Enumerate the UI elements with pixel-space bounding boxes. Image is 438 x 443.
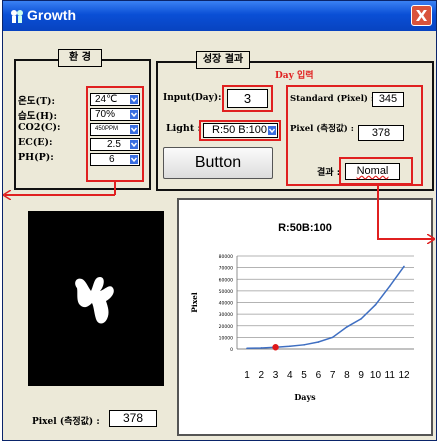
y-tick-label: 10000	[219, 335, 233, 341]
input-day-label: Input(Day):	[163, 93, 222, 103]
plant-silhouette-icon	[75, 277, 114, 324]
series-point	[388, 285, 391, 288]
y-tick-label: 60000	[219, 277, 233, 283]
series-point	[303, 344, 305, 346]
temperature-value: 24℃	[95, 94, 118, 105]
x-tick-label: 10	[370, 370, 382, 381]
co2-select[interactable]: 450PPM	[90, 123, 140, 136]
chevron-down-icon	[130, 95, 138, 104]
y-tick-label: 40000	[219, 301, 233, 307]
series-point	[331, 336, 334, 339]
chevron-down-icon	[130, 125, 138, 134]
x-tick-label: 12	[398, 370, 410, 381]
x-tick-label: 6	[316, 370, 322, 381]
y-axis-label: Pixel	[190, 292, 199, 313]
arrow-right-icon	[427, 234, 435, 244]
ec-label: EC(E):	[18, 137, 53, 148]
temperature-label: 온도(T):	[18, 96, 56, 107]
series-point	[289, 345, 291, 348]
run-button[interactable]: Button	[163, 147, 273, 179]
y-tick-label: 0	[230, 347, 233, 353]
right-arrow-drop	[377, 185, 379, 239]
ph-label: PH(P):	[18, 152, 54, 163]
light-value: R:50 B:100	[212, 124, 268, 136]
humidity-label: 습도(H):	[18, 111, 57, 122]
x-tick-label: 2	[258, 370, 264, 381]
pixel-field: 378	[358, 125, 404, 141]
growth-window: Growth X 환 경 온도(T): 습도(H): CO2(C): EC(E)…	[2, 0, 437, 441]
highlight-point	[272, 344, 279, 351]
standard-label: Standard (Pixel) :	[290, 94, 375, 104]
humidity-select[interactable]: 70%	[90, 108, 140, 121]
y-tick-label: 30000	[219, 312, 233, 318]
chevron-down-icon	[268, 126, 276, 135]
x-tick-label: 3	[273, 370, 279, 381]
arrow-left-icon	[3, 190, 11, 200]
title-bar[interactable]: Growth X	[3, 1, 436, 31]
x-tick-label: 4	[287, 370, 293, 381]
chevron-down-icon	[130, 110, 138, 119]
x-tick-label: 1	[244, 370, 250, 381]
chevron-down-icon	[130, 155, 138, 164]
chevron-down-icon	[130, 140, 138, 149]
co2-label: CO2(C):	[18, 122, 61, 133]
window-title: Growth	[27, 7, 76, 23]
x-axis-label: Days	[294, 392, 316, 402]
series-point	[260, 347, 263, 349]
temperature-select[interactable]: 24℃	[90, 93, 140, 106]
x-tick-label: 5	[301, 370, 307, 381]
series-point	[317, 341, 320, 343]
day-input-annotation: Day 입력	[275, 71, 314, 81]
x-tick-label: 11	[385, 370, 396, 381]
series-point	[374, 304, 377, 306]
result-field: Nomal	[345, 163, 400, 180]
left-arrow-drop	[114, 182, 116, 195]
pixel-label: Pixel (측정값) :	[290, 124, 354, 134]
chart-title: R:50B:100	[278, 222, 332, 234]
light-label: Light :	[166, 123, 202, 134]
series-point	[403, 265, 405, 268]
y-tick-label: 70000	[219, 266, 233, 272]
environment-legend: 환 경	[58, 49, 102, 67]
y-tick-label: 20000	[219, 324, 233, 330]
growth-line-chart: R:50B:100 0 10000 20000 30000 40000 50000 60000…	[190, 222, 414, 402]
series-point	[346, 326, 348, 328]
close-button[interactable]: X	[411, 5, 432, 26]
series-point	[246, 347, 248, 350]
light-select[interactable]: R:50 B:100	[203, 123, 278, 138]
plant-image	[28, 211, 164, 386]
ph-value: 6	[109, 154, 115, 165]
humidity-value: 70%	[95, 109, 116, 120]
x-tick-label: 8	[344, 370, 350, 381]
series-line-0	[246, 266, 405, 350]
left-arrow-line	[5, 194, 115, 196]
bottom-pixel-field: 378	[109, 410, 157, 427]
growth-result-legend: 성장 결과	[196, 51, 250, 69]
ec-value: 2.5	[107, 139, 121, 150]
input-day-field[interactable]: 3	[227, 89, 268, 108]
standard-field: 345	[372, 92, 404, 107]
x-tick-label: 7	[330, 370, 336, 381]
growth-chart: R:50B:100 0 10000 20000 30000 40000 50000 60000…	[177, 198, 433, 436]
ph-select[interactable]: 6	[90, 153, 140, 166]
co2-value: 450PPM	[95, 126, 119, 132]
result-label: 결과 :	[317, 168, 341, 178]
app-icon	[11, 10, 23, 23]
ec-select[interactable]: 2.5	[90, 138, 140, 151]
x-tick-label: 9	[358, 370, 364, 381]
bottom-pixel-label: Pixel (측정값) :	[32, 417, 100, 427]
y-tick-label: 80000	[219, 254, 233, 260]
series-point	[360, 317, 362, 320]
y-tick-label: 50000	[219, 289, 233, 295]
